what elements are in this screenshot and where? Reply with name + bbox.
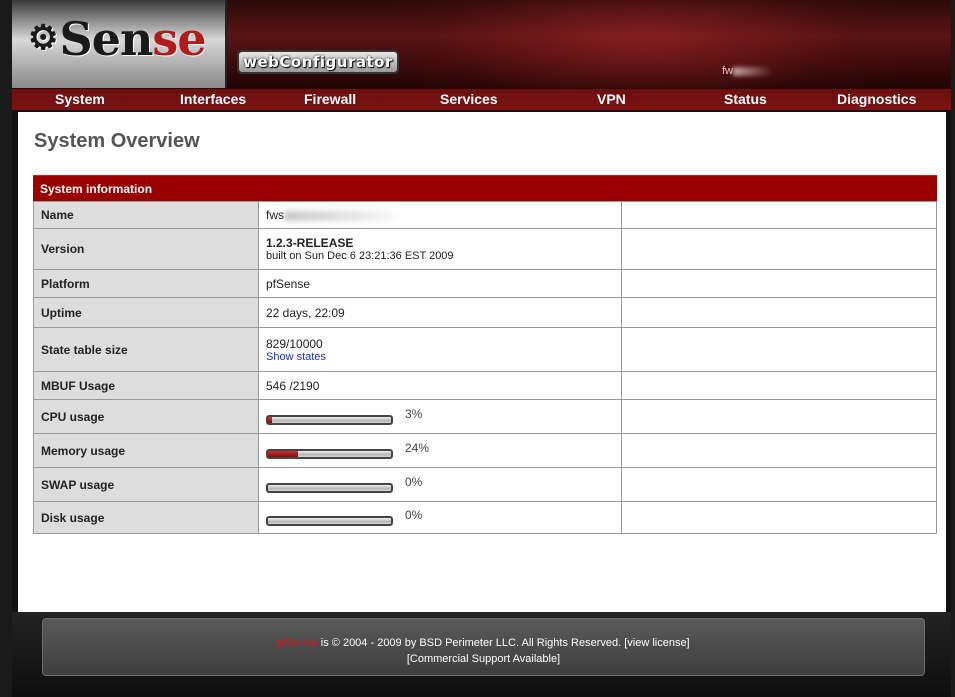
main-content: System Overview System information Name …	[18, 112, 946, 612]
table-row: Memory usage 24%	[33, 433, 937, 468]
memory-usage-percent: 24%	[405, 440, 430, 455]
platform-value: pfSense	[258, 269, 622, 298]
memory-usage-fill	[268, 450, 298, 457]
table-row: State table size 829/10000 Show states	[33, 327, 937, 372]
state-table-label: State table size	[33, 327, 259, 372]
nav-status[interactable]: Status	[724, 89, 767, 111]
table-row: Version 1.2.3-RELEASE built on Sun Dec 6…	[33, 228, 937, 270]
memory-usage-bar	[266, 448, 393, 459]
system-info-panel: System information Name fws Version 1.2.…	[33, 175, 937, 534]
header-banner: ⚙Sense webConfigurator fw	[12, 0, 951, 88]
footer-copyright: is © 2004 - 2009 by BSD Perimeter LLC. A…	[317, 637, 625, 649]
cpu-usage-bar	[266, 414, 393, 425]
mbuf-value: 546 /2190	[258, 371, 622, 400]
logo-accent-text: se	[152, 12, 206, 66]
swap-label: SWAP usage	[33, 467, 259, 502]
nav-firewall[interactable]: Firewall	[304, 89, 356, 111]
table-row: Disk usage 0%	[33, 501, 937, 534]
footer: pfSense is © 2004 - 2009 by BSD Perimete…	[42, 618, 925, 676]
nav-vpn[interactable]: VPN	[597, 89, 626, 111]
header-hostname: fw	[722, 65, 773, 77]
mbuf-label: MBUF Usage	[33, 371, 259, 400]
swap-usage-bar	[266, 482, 393, 493]
panel-title: System information	[33, 175, 937, 201]
webconfigurator-badge: webConfigurator	[237, 50, 399, 74]
disk-label: Disk usage	[33, 501, 259, 534]
version-built: built on Sun Dec 6 23:21:36 EST 2009	[266, 250, 454, 262]
nav-services[interactable]: Services	[440, 89, 498, 111]
table-row: Name fws	[33, 201, 937, 229]
version-value-cell: 1.2.3-RELEASE built on Sun Dec 6 23:21:3…	[258, 228, 622, 270]
header-hostname-text: fw	[722, 65, 733, 77]
disk-usage-bar	[266, 515, 393, 526]
version-label: Version	[33, 228, 259, 270]
state-table-cell: 829/10000 Show states	[258, 327, 622, 372]
name-value: fws	[266, 208, 284, 222]
redacted-hostname	[733, 66, 773, 76]
table-row: Platform pfSense	[33, 269, 937, 298]
memory-label: Memory usage	[33, 433, 259, 468]
table-row: SWAP usage 0%	[33, 467, 937, 502]
platform-label: Platform	[33, 269, 259, 298]
commercial-support-link[interactable]: [Commercial Support Available]	[407, 653, 560, 665]
nav-interfaces[interactable]: Interfaces	[180, 89, 246, 111]
redacted-hostname	[284, 210, 394, 221]
version-value: 1.2.3-RELEASE	[266, 236, 354, 250]
uptime-label: Uptime	[33, 297, 259, 328]
swap-usage-percent: 0%	[405, 474, 423, 489]
table-row: MBUF Usage 546 /2190	[33, 371, 937, 400]
system-info-table: Name fws Version 1.2.3-RELEASE built on …	[33, 201, 937, 534]
pfsense-logo[interactable]: ⚙Sense	[28, 16, 207, 62]
footer-brand[interactable]: pfSense	[277, 637, 317, 649]
cpu-label: CPU usage	[33, 399, 259, 434]
view-license-link[interactable]: [view license]	[624, 637, 689, 649]
gear-cluster-icon: ⚙	[28, 18, 59, 58]
nav-system[interactable]: System	[55, 89, 105, 111]
table-row: Uptime 22 days, 22:09	[33, 297, 937, 328]
name-label: Name	[33, 201, 259, 229]
main-nav: System Interfaces Firewall Services VPN …	[12, 88, 951, 110]
uptime-value: 22 days, 22:09	[258, 297, 622, 328]
disk-usage-percent: 0%	[405, 507, 423, 522]
name-value-cell: fws	[258, 201, 622, 229]
nav-diagnostics[interactable]: Diagnostics	[837, 89, 916, 111]
cpu-usage-percent: 3%	[405, 406, 423, 421]
table-row: CPU usage 3%	[33, 399, 937, 434]
show-states-link[interactable]: Show states	[266, 351, 621, 363]
page-title: System Overview	[34, 130, 200, 152]
logo-main-text: Sen	[59, 12, 153, 66]
cpu-usage-fill	[268, 416, 272, 423]
state-table-value: 829/10000	[266, 336, 323, 351]
